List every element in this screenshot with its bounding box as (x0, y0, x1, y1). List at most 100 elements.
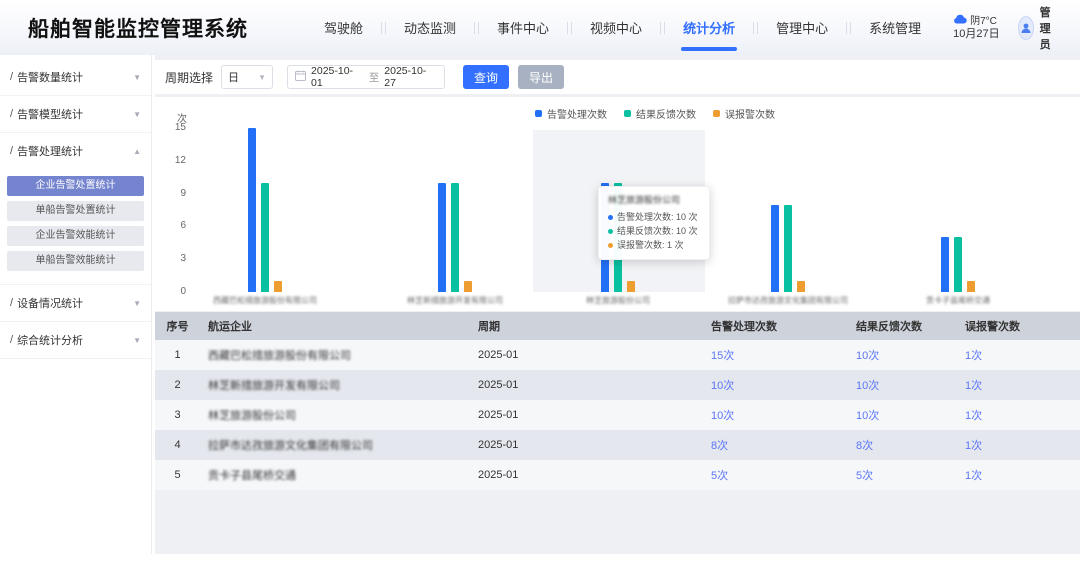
calendar-icon (295, 70, 306, 84)
cell-period: 2025-01 (470, 379, 703, 391)
cell-feedback-count[interactable]: 10次 (848, 377, 957, 393)
legend-item-2[interactable]: 结果反馈次数 (624, 106, 696, 121)
sidebar-item-5[interactable]: /综合统计分析▼ (0, 322, 151, 358)
cell-handled-count[interactable]: 10次 (703, 377, 848, 393)
cell-false-alarm-count[interactable]: 1次 (957, 377, 1080, 393)
cell-period: 2025-01 (470, 349, 703, 361)
date-range-picker[interactable]: 2025-10-01 至 2025-10-27 (287, 65, 445, 89)
filter-bar: 周期选择 日 ▼ 2025-10-01 至 2025-10-27 查询 导出 (155, 60, 1080, 94)
date-end: 2025-10-27 (384, 65, 437, 89)
nav-item-1[interactable]: 驾驶舱 (310, 10, 377, 45)
bar-告警处理次数[interactable] (438, 183, 446, 292)
sidebar-submenu: 企业告警处置统计单船告警处置统计企业告警效能统计单船告警效能统计 (0, 169, 151, 284)
nav-item-3[interactable]: 事件中心 (483, 10, 563, 45)
sidebar-item-label: 告警处理统计 (17, 143, 133, 159)
nav-item-2[interactable]: 动态监测 (390, 10, 470, 45)
weather-widget: 阴7°C 10月27日 (953, 14, 999, 41)
cell-handled-count[interactable]: 10次 (703, 407, 848, 423)
chart-tooltip: 林芝旅游股份公司告警处理次数: 10 次结果反馈次数: 10 次误报警次数: 1… (598, 186, 710, 260)
query-button[interactable]: 查询 (463, 65, 509, 89)
bar-结果反馈次数[interactable] (451, 183, 459, 292)
sidebar-item-1[interactable]: /告警数量统计▼ (0, 59, 151, 95)
cell-feedback-count[interactable]: 5次 (848, 467, 957, 483)
bar-group-4[interactable] (771, 205, 805, 292)
col-header-4: 告警处理次数 (703, 318, 848, 334)
sidebar-item-label: 告警模型统计 (17, 106, 133, 122)
bar-结果反馈次数[interactable] (261, 183, 269, 292)
sidebar-group-5: /综合统计分析▼ (0, 322, 151, 359)
sidebar-group-3: /告警处理统计▲企业告警处置统计单船告警处置统计企业告警效能统计单船告警效能统计 (0, 133, 151, 285)
cell-company: 拉萨市达孜旅游文化集团有限公司 (200, 437, 470, 453)
sidebar-item-4[interactable]: /设备情况统计▼ (0, 285, 151, 321)
cell-company: 林芝新措旅游开发有限公司 (200, 377, 470, 393)
bar-告警处理次数[interactable] (248, 128, 256, 292)
nav-item-4[interactable]: 视频中心 (576, 10, 656, 45)
nav-divider (567, 22, 568, 34)
bar-group-1[interactable] (248, 128, 282, 292)
bar-group-2[interactable] (438, 183, 472, 292)
cell-company: 贡卡子县尾桥交通 (200, 467, 470, 483)
cell-false-alarm-count[interactable]: 1次 (957, 407, 1080, 423)
tooltip-row-1: 告警处理次数: 10 次 (608, 210, 700, 224)
sidebar: /告警数量统计▼/告警模型统计▼/告警处理统计▲企业告警处置统计单船告警处置统计… (0, 55, 152, 555)
bar-误报警次数[interactable] (464, 281, 472, 292)
table-row: 1西藏巴松措旅游股份有限公司2025-0115次10次1次 (155, 340, 1080, 370)
chart-legend: 告警处理次数 结果反馈次数 误报警次数 (535, 106, 775, 121)
bar-结果反馈次数[interactable] (954, 237, 962, 292)
table-header-row: 序号航运企业周期告警处理次数结果反馈次数误报警次数 (155, 312, 1080, 340)
bar-group-5[interactable] (941, 237, 975, 292)
nav-divider (381, 22, 382, 34)
x-axis-label-5: 贡卡子县尾桥交通 (883, 295, 1033, 306)
cell-false-alarm-count[interactable]: 1次 (957, 347, 1080, 363)
sidebar-subitem-2[interactable]: 单船告警处置统计 (7, 201, 144, 221)
sidebar-item-3[interactable]: /告警处理统计▲ (0, 133, 151, 169)
cell-no: 5 (155, 469, 200, 481)
nav-item-7[interactable]: 系统管理 (855, 10, 935, 45)
cell-handled-count[interactable]: 8次 (703, 437, 848, 453)
cell-feedback-count[interactable]: 10次 (848, 347, 957, 363)
cell-feedback-count[interactable]: 10次 (848, 407, 957, 423)
period-select[interactable]: 日 ▼ (221, 65, 273, 89)
table-row: 2林芝新措旅游开发有限公司2025-0110次10次1次 (155, 370, 1080, 400)
bar-结果反馈次数[interactable] (784, 205, 792, 292)
date-separator: 至 (369, 70, 380, 85)
nav-divider (846, 22, 847, 34)
bar-误报警次数[interactable] (627, 281, 635, 292)
cell-false-alarm-count[interactable]: 1次 (957, 467, 1080, 483)
bar-告警处理次数[interactable] (771, 205, 779, 292)
sidebar-item-2[interactable]: /告警模型统计▼ (0, 96, 151, 132)
sidebar-subitem-3[interactable]: 企业告警效能统计 (7, 226, 144, 246)
nav-item-6[interactable]: 管理中心 (762, 10, 842, 45)
legend-item-1[interactable]: 告警处理次数 (535, 106, 607, 121)
bar-误报警次数[interactable] (274, 281, 282, 292)
tooltip-dot (608, 229, 613, 234)
legend-item-3[interactable]: 误报警次数 (713, 106, 775, 121)
main-content: 周期选择 日 ▼ 2025-10-01 至 2025-10-27 查询 导出 告… (155, 55, 1080, 554)
slash-icon: / (10, 334, 13, 346)
tooltip-dot (608, 215, 613, 220)
sidebar-item-label: 告警数量统计 (17, 69, 133, 85)
sidebar-group-1: /告警数量统计▼ (0, 59, 151, 96)
bar-chart: 告警处理次数结果反馈次数误报警次数 次 03691215西藏巴松措旅游股份有限公… (155, 97, 1080, 311)
user-avatar[interactable] (1018, 16, 1034, 40)
legend-label: 结果反馈次数 (636, 106, 696, 121)
cell-false-alarm-count[interactable]: 1次 (957, 437, 1080, 453)
nav-divider (660, 22, 661, 34)
bar-误报警次数[interactable] (967, 281, 975, 292)
nav-divider (474, 22, 475, 34)
cell-handled-count[interactable]: 5次 (703, 467, 848, 483)
cell-handled-count[interactable]: 15次 (703, 347, 848, 363)
chevron-down-icon: ▼ (133, 73, 141, 82)
cell-feedback-count[interactable]: 8次 (848, 437, 957, 453)
export-button[interactable]: 导出 (518, 65, 564, 89)
sidebar-subitem-1[interactable]: 企业告警处置统计 (7, 176, 144, 196)
user-name[interactable]: 管理员 (1040, 4, 1060, 52)
bar-误报警次数[interactable] (797, 281, 805, 292)
bar-告警处理次数[interactable] (941, 237, 949, 292)
sidebar-group-4: /设备情况统计▼ (0, 285, 151, 322)
cell-no: 3 (155, 409, 200, 421)
tooltip-title: 林芝旅游股份公司 (608, 193, 700, 206)
nav-item-5[interactable]: 统计分析 (669, 10, 749, 45)
sidebar-item-label: 综合统计分析 (17, 332, 133, 348)
sidebar-subitem-4[interactable]: 单船告警效能统计 (7, 251, 144, 271)
